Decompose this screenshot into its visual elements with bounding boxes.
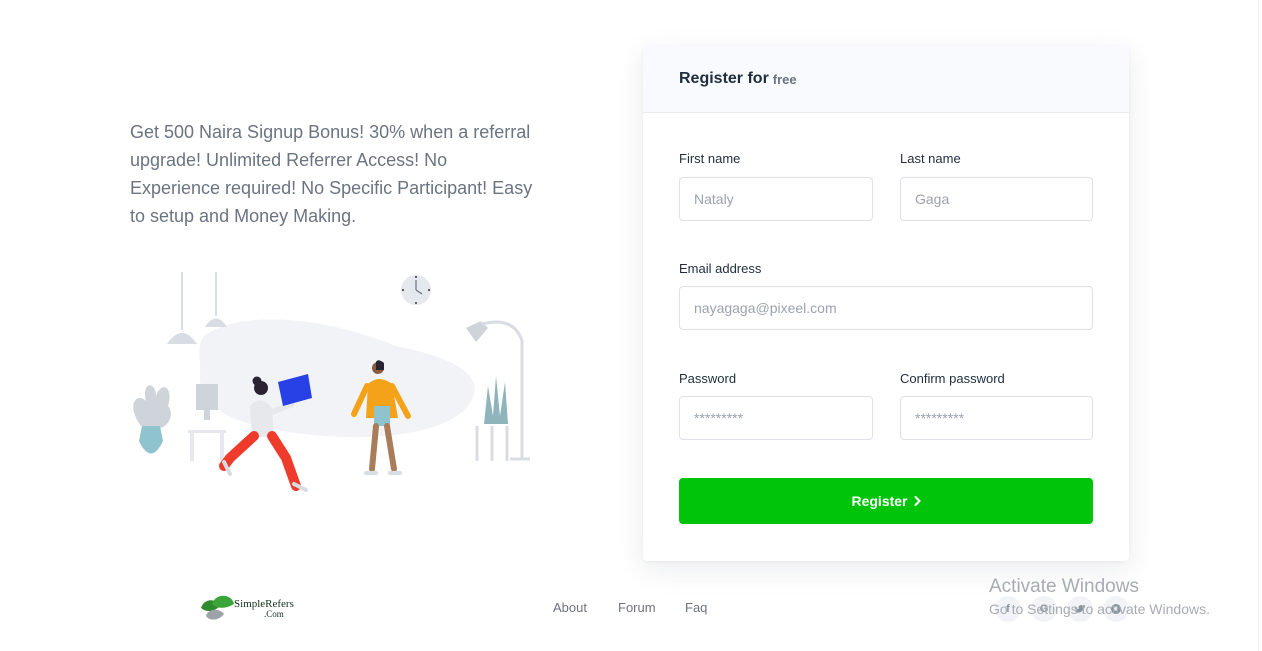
promo-text: Get 500 Naira Signup Bonus! 30% when a r…	[130, 122, 533, 226]
footer-link-forum[interactable]: Forum	[618, 600, 656, 615]
password-label: Password	[679, 371, 737, 386]
register-button-label: Register	[851, 493, 908, 509]
register-button[interactable]: Register	[679, 478, 1093, 524]
password-field[interactable]	[679, 396, 873, 440]
windows-watermark-subtitle: Go to Settings to activate Windows.	[989, 601, 1210, 617]
chevron-right-icon	[914, 496, 921, 506]
last-name-field[interactable]	[900, 177, 1093, 221]
last-name-label: Last name	[900, 151, 961, 166]
footer-link-about[interactable]: About	[553, 600, 587, 615]
footer-link-faq[interactable]: Faq	[685, 600, 707, 615]
first-name-field[interactable]	[679, 177, 873, 221]
simplerefers-logo[interactable]: SimpleRefers .Com	[198, 590, 294, 624]
register-card: Register for free First name Last name E…	[643, 46, 1129, 561]
card-title-emphasis: free	[772, 71, 797, 87]
windows-watermark-title: Activate Windows	[989, 576, 1139, 597]
logo-subtext: .Com	[264, 609, 284, 619]
first-name-label: First name	[679, 151, 741, 166]
email-label: Email address	[679, 261, 762, 276]
card-title: Register for	[679, 70, 769, 87]
confirm-password-label: Confirm password	[900, 371, 1005, 386]
hero-illustration	[133, 272, 530, 492]
card-header: Register for free	[643, 46, 1129, 113]
confirm-password-field[interactable]	[900, 396, 1093, 440]
email-field[interactable]	[679, 286, 1093, 330]
page-right-edge	[1258, 0, 1259, 651]
